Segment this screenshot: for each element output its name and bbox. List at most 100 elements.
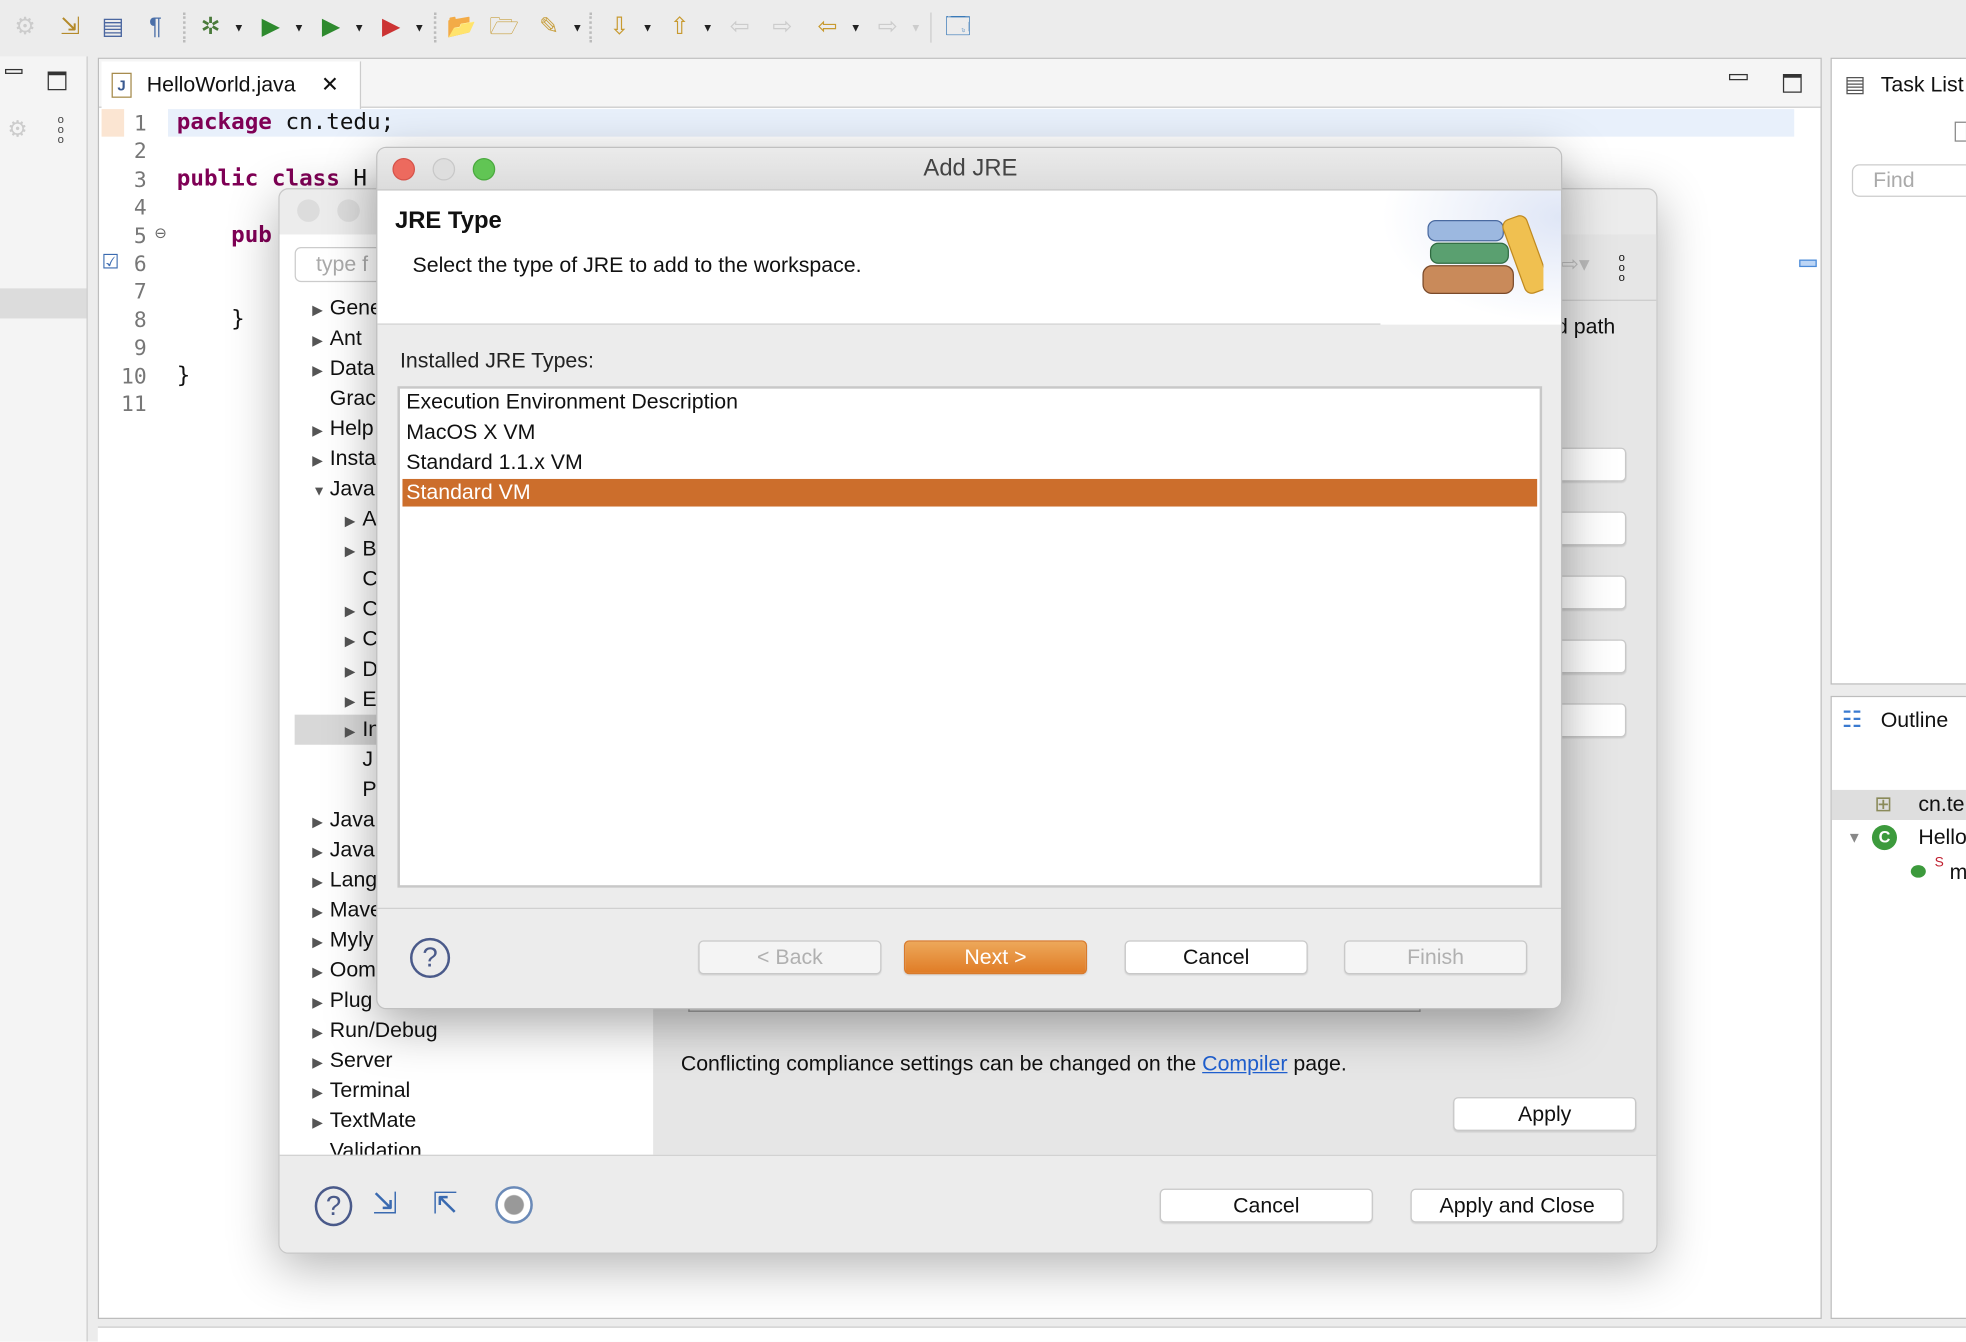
help-icon[interactable]: ? <box>409 937 451 978</box>
collapsed-arrow-icon[interactable]: ▶ <box>312 807 330 837</box>
collapsed-arrow-icon[interactable]: ▶ <box>312 416 330 446</box>
record-icon[interactable] <box>495 1186 533 1224</box>
preferences-tree-item[interactable]: ▶ Terminal <box>312 1076 410 1106</box>
external-tools-icon[interactable]: ▶ <box>376 13 406 43</box>
prev-annotation-icon[interactable]: ⇧ <box>665 13 695 43</box>
view-menu-icon[interactable]: ooo <box>1619 251 1625 282</box>
collapsed-arrow-icon[interactable]: ▶ <box>312 356 330 386</box>
collapsed-arrow-icon[interactable]: ▶ <box>312 1078 330 1108</box>
maximize-icon[interactable] <box>47 71 67 91</box>
find-input[interactable]: Find <box>1851 164 1966 197</box>
last-edit-icon[interactable]: ⇦ <box>725 13 755 43</box>
collapsed-arrow-icon[interactable]: ▶ <box>312 928 330 958</box>
collapsed-arrow-icon[interactable]: ▶ <box>312 868 330 898</box>
forward-icon[interactable]: ⇨ <box>873 13 903 43</box>
collapsed-arrow-icon[interactable]: ▶ <box>345 597 363 627</box>
package-explorer-icon[interactable]: ⚙ <box>8 117 28 143</box>
new-task-icon[interactable] <box>1954 121 1966 142</box>
minimize-window-button[interactable] <box>337 199 360 222</box>
preferences-tree-item[interactable]: ▶ Myly <box>312 925 373 955</box>
preferences-tree-item[interactable]: ▶ Java <box>312 805 375 835</box>
collapsed-arrow-icon[interactable]: ▶ <box>312 1048 330 1078</box>
outline-item-method[interactable]: S m <box>1832 855 1966 885</box>
new-project-icon[interactable]: 📂 <box>446 13 477 43</box>
preferences-tree-item[interactable]: ▶ Lang <box>312 865 377 895</box>
back-icon[interactable]: ⇦ <box>812 13 842 43</box>
preferences-tree-item[interactable]: ▼ Java <box>312 474 375 504</box>
preferences-tree-item[interactable]: ▶ A <box>345 504 377 534</box>
cancel-button[interactable]: Cancel <box>1124 940 1308 975</box>
collapsed-arrow-icon[interactable]: ▶ <box>312 988 330 1018</box>
forward-edit-icon[interactable]: ⇨ <box>767 13 797 43</box>
debug-icon[interactable]: ✲ <box>196 13 226 43</box>
jre-type-item[interactable]: Execution Environment Description <box>402 389 1537 417</box>
preferences-tree-item[interactable]: ▶ Help <box>312 414 373 444</box>
preferences-tree-item[interactable]: ▶ Run/Debug <box>312 1016 437 1046</box>
outline-item-package[interactable]: ⊞ cn.te <box>1831 789 1966 820</box>
collapsed-arrow-icon[interactable]: ▶ <box>312 446 330 476</box>
collapsed-arrow-icon[interactable]: ▶ <box>312 898 330 928</box>
preferences-tree-item[interactable]: ▶ D <box>345 654 378 684</box>
open-type-icon[interactable]: 🗁 <box>489 13 519 43</box>
preferences-tree-item[interactable]: ▶ Mave <box>312 895 382 925</box>
finish-button[interactable]: Finish <box>1344 940 1528 975</box>
preferences-tree-item[interactable]: ▶ Gene <box>312 293 382 323</box>
help-icon[interactable]: ? <box>314 1186 353 1227</box>
preferences-tree-item[interactable]: ▶ C <box>345 624 378 654</box>
search-icon[interactable]: ✎ <box>534 13 564 43</box>
back-button[interactable]: < Back <box>698 940 882 975</box>
collapsed-arrow-icon[interactable]: ▶ <box>345 717 363 747</box>
preferences-tree-item[interactable]: C <box>345 564 377 594</box>
jre-type-item[interactable]: Standard VM <box>402 478 1538 507</box>
jre-type-item[interactable]: Standard 1.1.x VM <box>402 449 1537 477</box>
outline-title[interactable]: Outline <box>1881 708 1949 733</box>
close-window-button[interactable] <box>297 199 320 222</box>
close-icon[interactable]: ✕ <box>321 61 339 109</box>
collapsed-arrow-icon[interactable]: ▶ <box>345 627 363 657</box>
outline-item-class[interactable]: ▼ C Hello <box>1832 822 1966 852</box>
save-all-icon[interactable]: ⇲ <box>55 13 85 43</box>
import-icon[interactable]: ⇲ <box>372 1186 397 1222</box>
preferences-tree-item[interactable]: P <box>345 775 376 805</box>
collapsed-arrow-icon[interactable]: ▶ <box>312 1018 330 1048</box>
show-whitespace-icon[interactable]: ¶ <box>140 13 170 43</box>
preferences-tree-item[interactable]: J <box>345 745 373 775</box>
collapsed-arrow-icon[interactable]: ▶ <box>312 958 330 988</box>
minimize-editor-icon[interactable] <box>1728 73 1748 81</box>
jre-type-item[interactable]: MacOS X VM <box>402 419 1537 447</box>
collapsed-arrow-icon[interactable]: ▶ <box>345 537 363 567</box>
collapsed-arrow-icon[interactable]: ▶ <box>312 838 330 868</box>
coverage-icon[interactable]: ▶ <box>316 13 346 43</box>
preferences-tree-item[interactable]: ▶ Oom <box>312 955 376 985</box>
expanded-arrow-icon[interactable]: ▼ <box>312 476 330 506</box>
preferences-tree-item[interactable]: ▶ TextMate <box>312 1106 416 1136</box>
task-list-title[interactable]: Task List <box>1881 73 1964 98</box>
collapsed-arrow-icon[interactable]: ▶ <box>312 1108 330 1138</box>
preferences-tree-item[interactable]: ▶ Insta <box>312 444 376 474</box>
forward-nav-icon[interactable]: ⇨▾ <box>1561 252 1590 277</box>
run-icon[interactable]: ▶ <box>256 13 286 43</box>
expand-arrow-icon[interactable]: ▼ <box>1847 822 1862 852</box>
apply-and-close-button[interactable]: Apply and Close <box>1410 1188 1624 1223</box>
jre-type-list[interactable]: Execution Environment Description MacOS X… <box>397 386 1543 888</box>
preferences-tree-item[interactable]: ▶ Server <box>312 1046 392 1076</box>
collapsed-arrow-icon[interactable]: ▶ <box>312 296 330 326</box>
skip-icon[interactable]: ⚙ <box>10 13 40 43</box>
next-annotation-icon[interactable]: ⇩ <box>604 13 634 43</box>
view-menu-icon[interactable]: ooo <box>58 113 64 144</box>
preferences-tree-item[interactable]: ▶ Java <box>312 835 375 865</box>
collapsed-arrow-icon[interactable]: ▶ <box>312 326 330 356</box>
preferences-tree-item[interactable]: ▶ B <box>345 534 377 564</box>
preferences-tree-item[interactable]: ▶ Ant <box>312 323 362 353</box>
outline-icon[interactable]: ▤ <box>98 13 128 43</box>
preferences-tree-item[interactable]: Grac <box>312 384 376 414</box>
next-button[interactable]: Next > <box>903 940 1088 975</box>
apply-button[interactable]: Apply <box>1453 1097 1637 1131</box>
preferences-tree-item[interactable]: ▶ Data <box>312 354 375 384</box>
new-window-icon[interactable]: 🗔 <box>943 13 973 43</box>
collapsed-arrow-icon[interactable]: ▶ <box>345 687 363 717</box>
editor-tab[interactable]: J HelloWorld.java ✕ <box>101 61 362 110</box>
preferences-tree-item[interactable]: ▶ Plug <box>312 985 372 1015</box>
collapsed-arrow-icon[interactable]: ▶ <box>345 507 363 537</box>
preferences-cancel-button[interactable]: Cancel <box>1159 1188 1373 1223</box>
